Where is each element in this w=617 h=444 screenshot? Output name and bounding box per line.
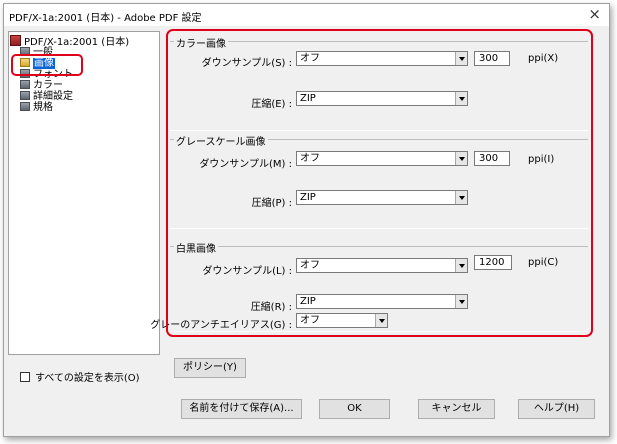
tree-item-advanced[interactable]: 詳細設定 (20, 91, 73, 102)
highlight-images-item (11, 54, 83, 76)
highlight-images-panel (166, 29, 593, 337)
title-bar: PDF/X-1a:2001 (日本) - Adobe PDF 設定 × (4, 4, 609, 26)
help-button[interactable]: ヘルプ(H) (518, 399, 595, 419)
checkbox-icon[interactable] (20, 372, 30, 382)
show-all-settings-checkbox[interactable]: すべての設定を表示(O) (20, 369, 140, 384)
page-icon (20, 102, 30, 111)
save-as-button[interactable]: 名前を付けて保存(A)... (181, 399, 302, 419)
tree-item-color[interactable]: カラー (20, 80, 63, 91)
policy-button[interactable]: ポリシー(Y) (174, 358, 246, 378)
window-title: PDF/X-1a:2001 (日本) - Adobe PDF 設定 (9, 13, 202, 24)
page-icon (20, 80, 30, 89)
settings-tree: PDF/X-1a:2001 (日本) 一般 画像 フォント カラー 詳細設定 規… (8, 31, 160, 355)
ok-button[interactable]: OK (319, 399, 390, 419)
close-icon[interactable]: × (588, 5, 601, 23)
cancel-button[interactable]: キャンセル (418, 399, 495, 419)
pdf-preset-icon (10, 35, 21, 46)
tree-item-standards[interactable]: 規格 (20, 102, 53, 113)
page-icon (20, 91, 30, 100)
